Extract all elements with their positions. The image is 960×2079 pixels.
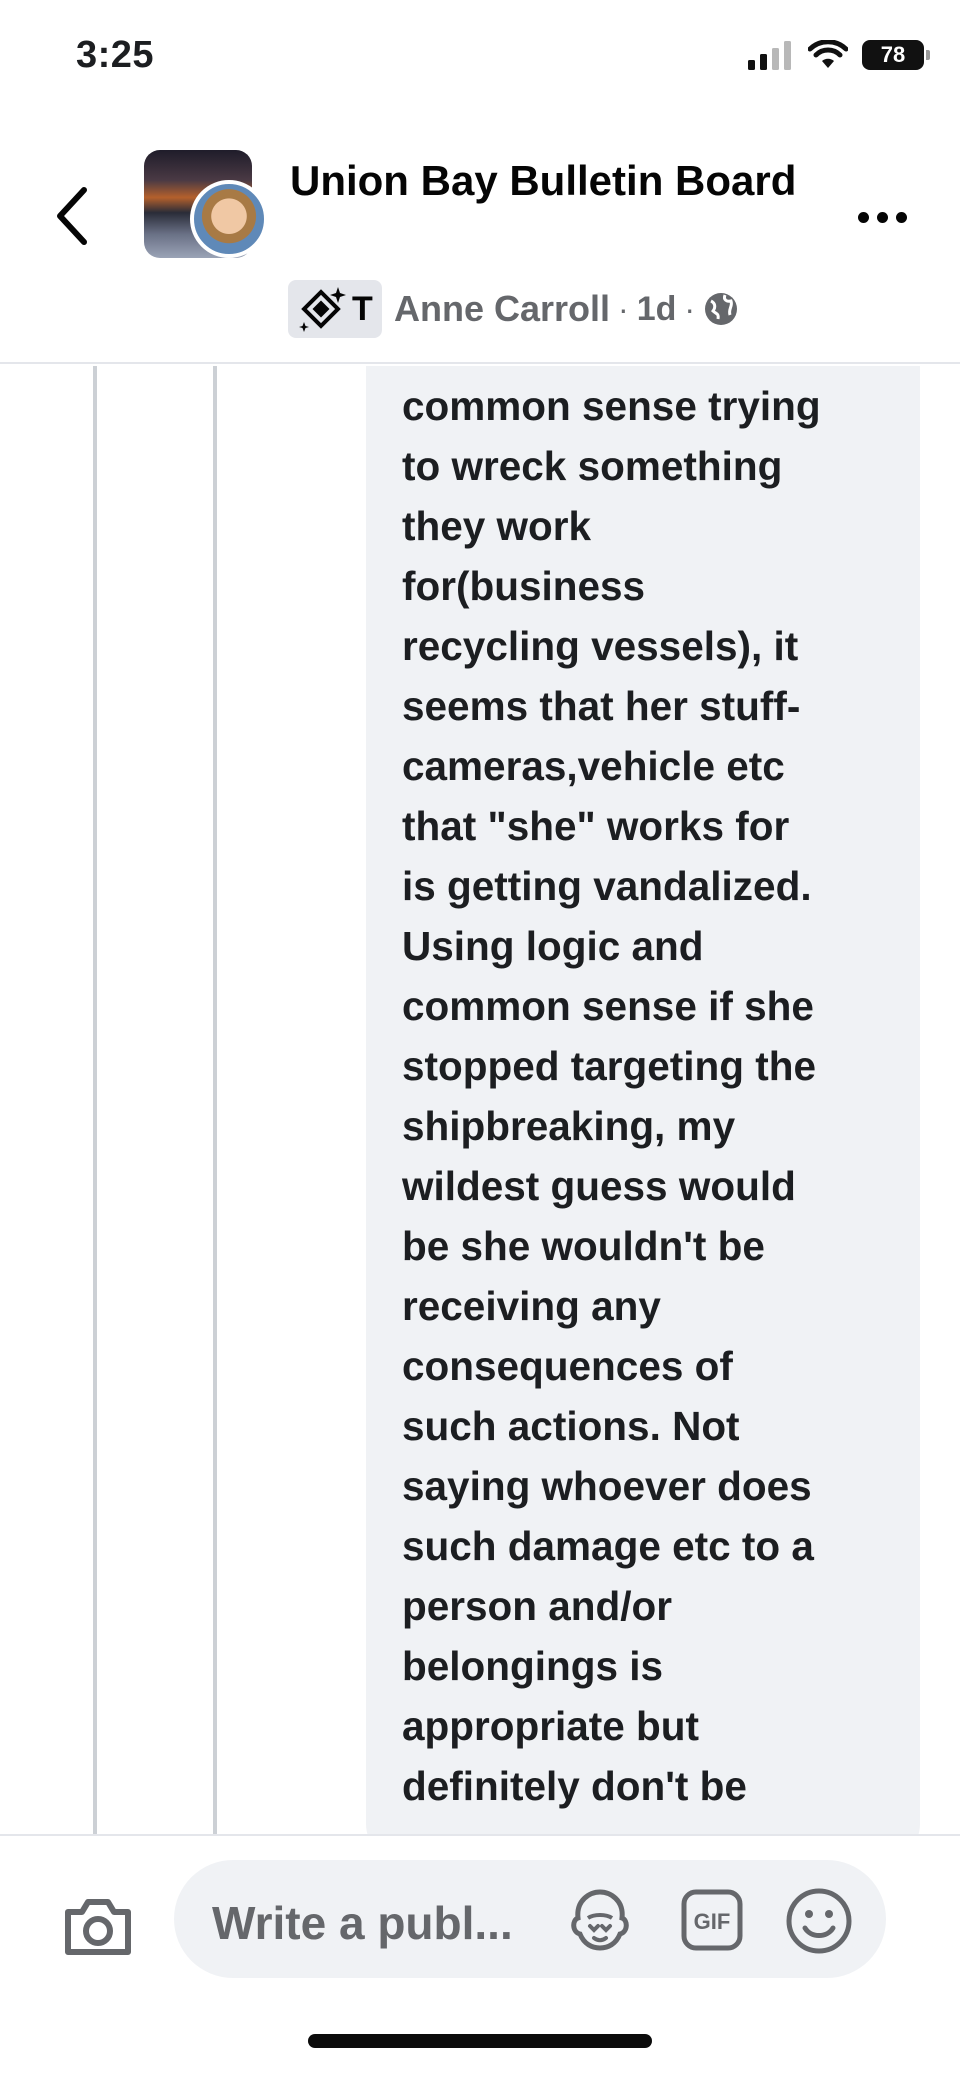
post-byline: T Anne Carroll · 1d · [288,280,739,338]
battery-icon: 78 [862,40,930,70]
post-header: Union Bay Bulletin Board T Anne Carroll … [0,110,960,364]
comment-line: they work [402,503,592,549]
thread-line [93,366,97,1834]
comment-line: be she wouldn't be [402,1223,765,1269]
globe-icon [705,293,738,325]
comment-input-placeholder: Write a publ... [212,1897,513,1949]
comment-line: recycling vessels), it [402,623,799,669]
comment-line: seems that her stuff- [402,683,801,729]
comment-composer: Write a publ... GIF [0,1834,960,2018]
comment-line: cameras,vehicle etc [402,743,785,789]
battery-level: 78 [880,42,906,67]
back-button[interactable] [42,176,102,256]
comment-line: Using logic and [402,923,704,969]
comment-line: saying whoever does [402,1463,812,1509]
more-dots-icon [857,211,869,223]
post-time[interactable]: 1d [637,290,677,329]
status-time: 3:25 [76,34,155,76]
status-bar: 3:25 78 [0,0,960,110]
gif-label: GIF [694,1909,731,1934]
comment-line: consequences of [402,1343,733,1389]
comment-line: that "she" works for [402,803,790,849]
comment-line: is getting vandalized. [402,863,812,909]
comment-line: belongings is [402,1643,664,1689]
avatar-sticker-icon [571,1889,629,1951]
cellular-signal-icon [748,41,791,70]
comment-line: stopped targeting the [402,1043,816,1089]
home-indicator[interactable] [308,2034,652,2048]
comment-line: definitely don't be [402,1763,747,1809]
byline-separator: · [684,290,696,327]
comment-thread: common sense trying to wreck something t… [0,366,960,1834]
comment-line: shipbreaking, my [402,1103,736,1149]
camera-button[interactable] [62,1896,134,1958]
avatar-sticker-button[interactable] [566,1888,634,1952]
more-options-button[interactable] [848,192,916,242]
wifi-icon [808,40,848,68]
comment-line: such damage etc to a [402,1523,814,1569]
comment-text: common sense trying to wreck something t… [402,376,902,1816]
group-title[interactable]: Union Bay Bulletin Board [290,150,810,211]
badge-letter: T [352,289,373,328]
camera-icon [65,1899,131,1955]
status-icons: 78 [748,40,930,70]
comment-line: person and/or [402,1583,673,1629]
gif-button[interactable]: GIF [680,1888,744,1952]
sparkle-badge[interactable]: T [288,280,382,338]
comment-line: to wreck something [402,443,783,489]
comment-line: common sense trying [402,383,821,429]
comment-line: for(business [402,563,646,609]
thread-line [213,366,217,1834]
comment-line: wildest guess would [402,1163,796,1209]
comment-line: common sense if she [402,983,814,1029]
smiley-icon [786,1888,852,1954]
emoji-button[interactable] [784,1886,854,1956]
user-avatar[interactable] [190,180,268,258]
comment-line: receiving any [402,1283,661,1329]
comment-line: appropriate but [402,1703,700,1749]
author-name[interactable]: Anne Carroll [394,288,610,330]
gif-icon: GIF [681,1889,743,1951]
comment-input[interactable]: Write a publ... GIF [174,1860,886,1978]
chevron-left-icon [57,187,87,245]
comment-line: such actions. Not [402,1403,740,1449]
byline-separator: · [618,290,629,327]
sparkle-diamond-icon [299,287,346,332]
